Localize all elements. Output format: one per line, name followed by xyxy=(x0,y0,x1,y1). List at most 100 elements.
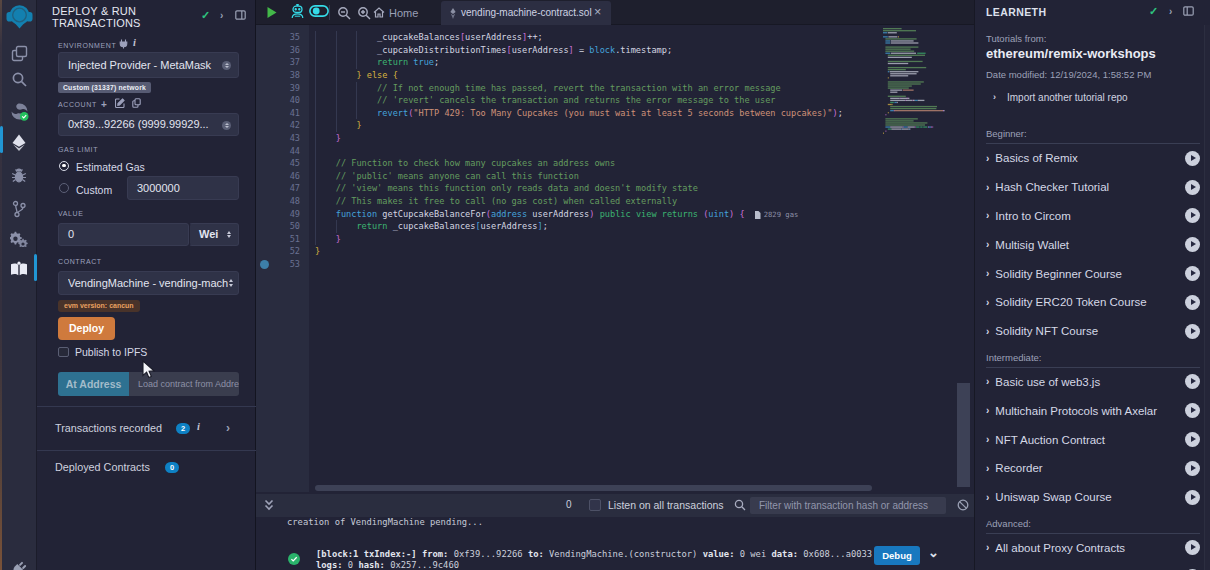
environment-info-icon[interactable]: i xyxy=(133,37,136,48)
publish-ipfs-checkbox[interactable] xyxy=(58,347,69,358)
debugger-icon[interactable] xyxy=(4,162,34,188)
tutorial-expand-icon[interactable]: › xyxy=(986,153,989,164)
search-icon[interactable] xyxy=(4,66,34,92)
account-select[interactable]: 0xf39...92266 (9999.99929... xyxy=(58,113,239,137)
tutorial-play-icon[interactable] xyxy=(1185,266,1200,281)
tutorial-play-icon[interactable] xyxy=(1185,432,1200,447)
transactions-expand-icon[interactable]: › xyxy=(226,421,230,435)
tutorial-play-icon[interactable] xyxy=(1185,403,1200,418)
editor-minimap[interactable] xyxy=(881,28,949,140)
value-input[interactable]: 0 xyxy=(58,223,189,247)
plug-icon[interactable] xyxy=(4,556,34,570)
custom-gas-input[interactable]: 3000000 xyxy=(127,176,239,200)
learneth-book-icon[interactable] xyxy=(4,256,34,282)
zoom-in-icon[interactable] xyxy=(357,6,371,20)
tutorial-item[interactable]: ›Hash Checker Tutorial xyxy=(986,173,1200,202)
code-line-35[interactable]: 35_cupcakeBalances[userAddress]++; xyxy=(256,31,956,44)
plugin-pin-icon[interactable] xyxy=(1183,6,1194,16)
tx-expand-icon[interactable]: ⌄ xyxy=(928,545,939,560)
code-line-53[interactable]: 53 xyxy=(256,258,956,271)
tutorial-play-icon[interactable] xyxy=(1185,295,1200,310)
tutorial-item[interactable]: › Basics of Remix xyxy=(986,144,1200,173)
tutorial-play-icon[interactable] xyxy=(1185,374,1200,389)
tutorial-title[interactable]: Uniswap Swap Course xyxy=(995,491,1185,503)
tutorial-item[interactable]: › Basic use of web3.js xyxy=(986,368,1200,397)
tutorial-play-icon[interactable] xyxy=(1185,461,1200,476)
custom-gas-radio[interactable] xyxy=(59,183,69,193)
tutorial-item[interactable]: › Uniswap Swap Course xyxy=(986,483,1200,512)
panel-collapse-icon[interactable]: › xyxy=(220,10,223,21)
tab-close-icon[interactable]: × xyxy=(594,5,601,19)
git-icon[interactable] xyxy=(4,196,34,222)
tutorial-title[interactable]: Solidity ERC20 Token Course xyxy=(995,296,1185,308)
deploy-button[interactable]: Deploy xyxy=(58,317,115,341)
horizontal-scrollbar[interactable] xyxy=(315,485,872,491)
code-line-41[interactable]: 41revert("HTTP 429: Too Many Cupcakes (y… xyxy=(256,107,956,120)
code-line-36[interactable]: 36_cupcakeDistributionTimes[userAddress]… xyxy=(256,44,956,57)
terminal-collapse-icon[interactable] xyxy=(264,499,274,511)
tutorial-expand-icon[interactable]: › xyxy=(986,182,989,193)
tutorial-item[interactable]: › Solidity ERC20 Token Course xyxy=(986,288,1200,317)
code-line-45[interactable]: 45// Function to check how many cupcakes… xyxy=(256,157,956,170)
code-line-39[interactable]: 39// If not enough time has passed, reve… xyxy=(256,82,956,95)
tutorial-title[interactable]: All about Proxy Contracts xyxy=(995,542,1185,554)
code-line-50[interactable]: 50return _cupcakeBalances[userAddress]; xyxy=(256,220,956,233)
estimated-gas-radio[interactable] xyxy=(59,161,69,171)
solidity-compiler-icon[interactable] xyxy=(4,98,34,124)
code-editor[interactable]: 35_cupcakeBalances[userAddress]++;36_cup… xyxy=(256,25,974,492)
code-line-49[interactable]: 49function getCupcakeBalanceFor(address … xyxy=(256,208,956,221)
transactions-info-icon[interactable]: i xyxy=(197,421,200,432)
tutorial-title[interactable]: Recorder xyxy=(995,462,1185,474)
code-line-37[interactable]: 37return true; xyxy=(256,56,956,69)
tx-log-line2[interactable]: logs: 0 hash: 0x257...9c460 xyxy=(316,561,459,570)
tutorial-expand-icon[interactable]: › xyxy=(986,405,989,416)
tutorial-title[interactable]: Solidity Beginner Course xyxy=(995,268,1185,280)
zoom-out-icon[interactable] xyxy=(337,6,351,20)
tutorial-expand-icon[interactable]: › xyxy=(986,297,989,308)
contract-select[interactable]: VendingMachine - vending-machin xyxy=(58,271,239,295)
code-line-44[interactable]: 44 xyxy=(256,145,956,158)
run-script-icon[interactable] xyxy=(265,6,278,19)
tutorial-title[interactable]: Basics of Remix xyxy=(995,152,1185,164)
tutorial-play-icon[interactable] xyxy=(1185,490,1200,505)
tutorial-title[interactable]: Basic use of web3.js xyxy=(995,376,1185,388)
tutorial-title[interactable]: Multichain Protocols with Axelar xyxy=(995,405,1185,417)
tutorial-play-icon[interactable] xyxy=(1185,324,1200,339)
tutorial-item[interactable]: ›Intro to Circom xyxy=(986,202,1200,231)
panel-pin-icon[interactable] xyxy=(235,10,246,20)
listen-checkbox[interactable] xyxy=(589,499,601,511)
tutorial-expand-icon[interactable]: › xyxy=(986,376,989,387)
tutorial-expand-icon[interactable]: › xyxy=(986,463,989,474)
tutorial-expand-icon[interactable]: › xyxy=(986,268,989,279)
tutorial-expand-icon[interactable]: › xyxy=(986,492,989,503)
tutorial-item[interactable]: ›Multisig Wallet xyxy=(986,230,1200,259)
code-line-40[interactable]: 40// 'revert' cancels the transaction an… xyxy=(256,94,956,107)
deploy-run-icon[interactable] xyxy=(4,129,34,155)
tutorial-title[interactable]: NFT Auction Contract xyxy=(995,434,1185,446)
ai-copilot-toggle[interactable] xyxy=(309,5,329,17)
remix-logo-icon[interactable] xyxy=(4,3,34,29)
terminal-filter-input[interactable]: Filter with transaction hash or address xyxy=(750,497,946,515)
code-line-52[interactable]: 52} xyxy=(256,245,956,258)
tutorial-item[interactable]: › Solidity Beginner Course xyxy=(986,259,1200,288)
home-icon[interactable] xyxy=(373,7,385,18)
file-explorer-icon[interactable] xyxy=(4,40,34,66)
tutorial-expand-icon[interactable]: › xyxy=(986,326,989,337)
tutorial-item[interactable]: › Multichain Protocols with Axelar xyxy=(986,396,1200,425)
tutorial-title[interactable]: Solidity NFT Course xyxy=(995,325,1185,337)
at-address-button[interactable]: At Address xyxy=(58,372,129,396)
tutorial-expand-icon[interactable]: › xyxy=(986,210,989,221)
environment-plug-icon[interactable] xyxy=(119,39,128,49)
code-line-42[interactable]: 42} xyxy=(256,119,956,132)
home-tab-label[interactable]: Home xyxy=(389,7,418,19)
tx-log-line1[interactable]: [block:1 txIndex:-] from: 0xf39...92266 … xyxy=(316,550,877,560)
tutorial-item[interactable]: › Recorder xyxy=(986,454,1200,483)
account-copy-icon[interactable] xyxy=(132,98,141,108)
plugin-manager-icon[interactable] xyxy=(4,226,34,252)
tutorial-item[interactable]: › All about Proxy Contracts xyxy=(986,534,1200,563)
tutorial-expand-icon[interactable]: › xyxy=(986,542,989,553)
active-file-tab[interactable]: vending-machine-contract.sol × xyxy=(441,1,611,25)
code-line-38[interactable]: 38} else { xyxy=(256,69,956,82)
tutorial-item[interactable]: › Solidity NFT Course xyxy=(986,317,1200,346)
tutorial-play-icon[interactable] xyxy=(1185,237,1200,252)
